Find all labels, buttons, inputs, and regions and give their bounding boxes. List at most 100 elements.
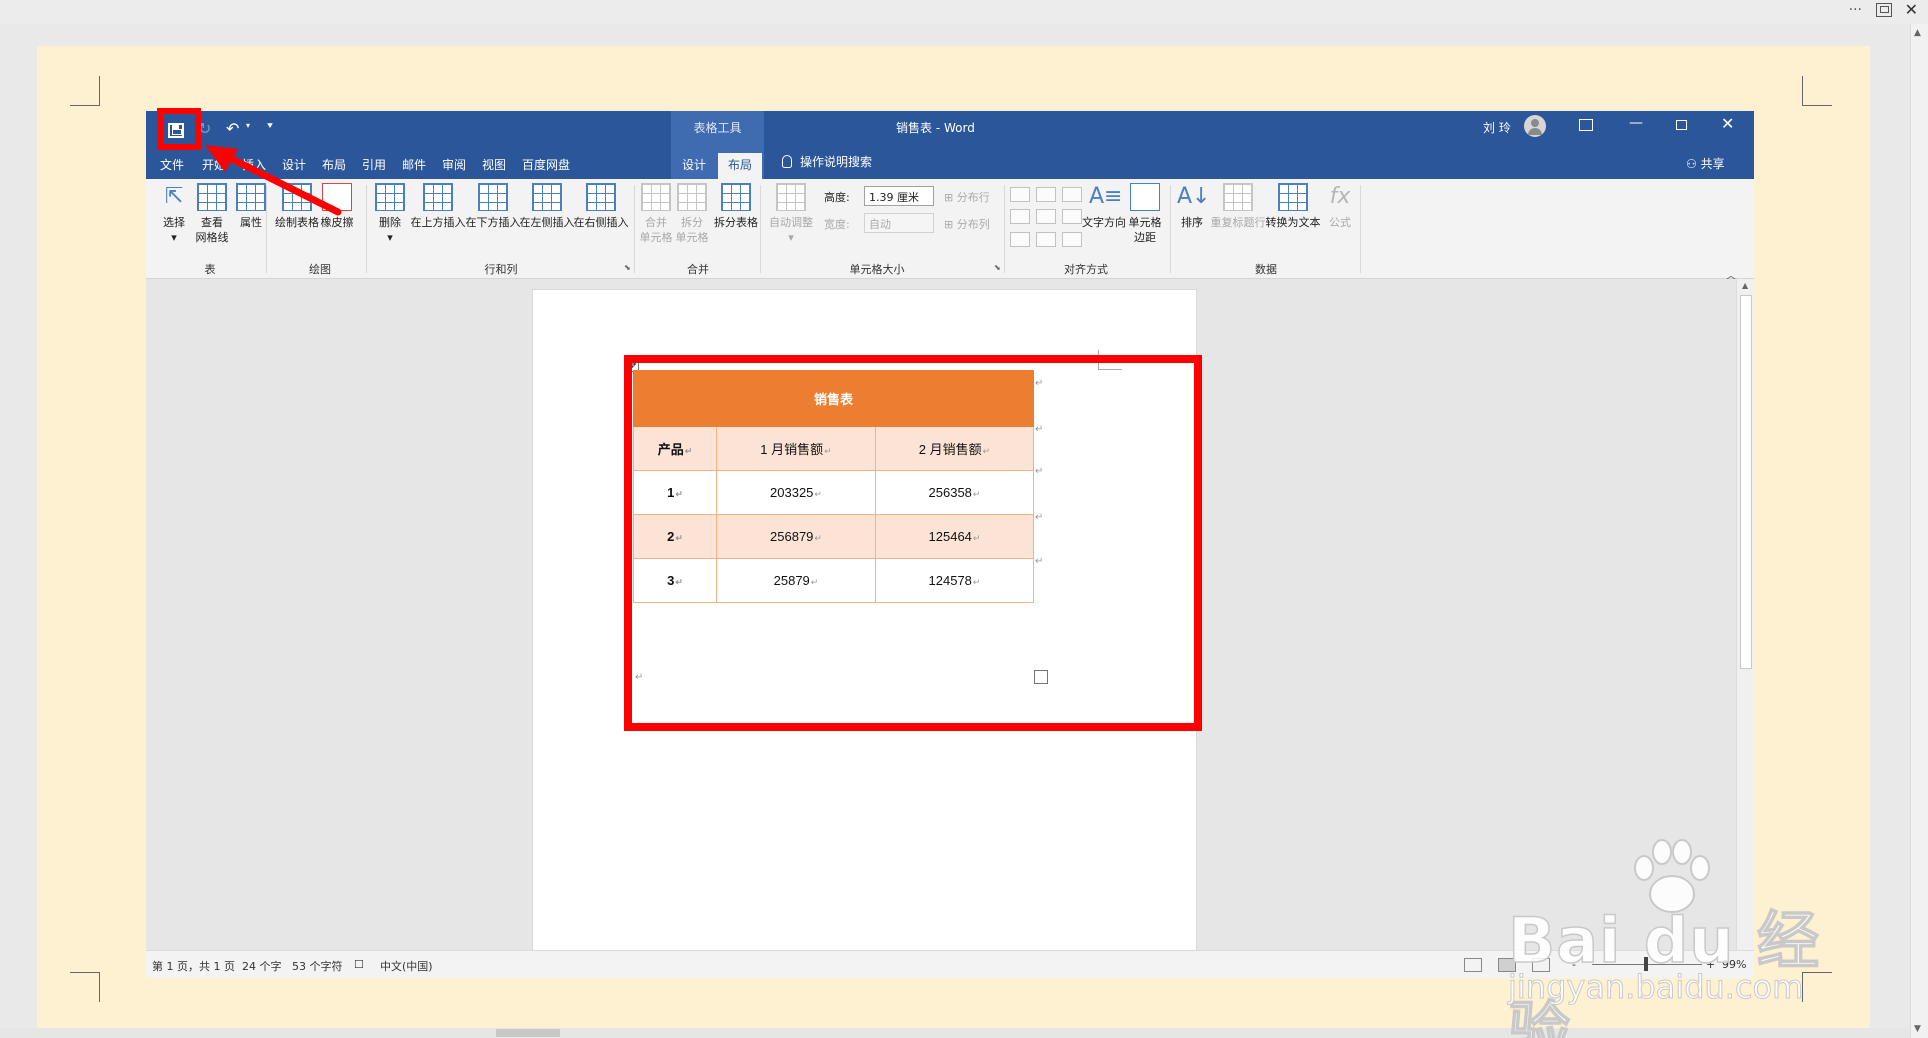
align-middle-center[interactable] — [1036, 209, 1056, 225]
tab-review[interactable]: 审阅 — [434, 153, 474, 179]
cell-margins-button[interactable]: 单元格 边距 — [1122, 183, 1168, 245]
read-mode-icon[interactable] — [1464, 958, 1482, 972]
insert-left-icon — [532, 183, 562, 211]
delete-label: 删除 — [379, 216, 401, 229]
formula-button[interactable]: fx 公式 — [1322, 183, 1358, 230]
annotation-highlight-save — [157, 108, 201, 150]
align-top-center[interactable] — [1036, 187, 1056, 202]
undo-icon[interactable]: ↶ — [226, 119, 239, 138]
insert-left-button[interactable]: 在左侧插入 — [519, 183, 575, 230]
group-label-rows-cols: 行和列 — [484, 263, 518, 276]
align-bottom-center[interactable] — [1036, 231, 1056, 247]
group-separator — [1004, 185, 1005, 273]
align-bottom-right[interactable] — [1062, 231, 1082, 247]
maximize-icon[interactable] — [1676, 120, 1687, 130]
page-count[interactable]: 第 1 页，共 1 页 — [152, 958, 235, 974]
close-icon[interactable]: ✕ — [1721, 114, 1734, 133]
group-label-alignment: 对齐方式 — [1064, 263, 1108, 276]
minimize-icon[interactable]: — — [1629, 115, 1643, 131]
tab-file[interactable]: 文件 — [150, 153, 194, 179]
align-bottom-left[interactable] — [1010, 231, 1030, 247]
scroll-up-icon[interactable]: ▲ — [1742, 281, 1748, 290]
ribbon-tabs: 文件 开始 插入 设计 布局 引用 邮件 审阅 视图 百度网盘 设计 布局 — [146, 149, 1754, 179]
word-count[interactable]: 24 个字 — [242, 958, 282, 974]
text-direction-button[interactable]: A≡ 文字方向 — [1080, 183, 1128, 230]
split-cells-button[interactable]: 拆分 单元格 — [674, 183, 710, 245]
tell-me-search[interactable]: 操作说明搜索 — [782, 153, 872, 170]
insert-above-icon — [423, 183, 453, 211]
sort-label: 排序 — [1181, 216, 1203, 229]
share-button[interactable]: ⚇ 共享 — [1686, 155, 1725, 172]
dropdown-icon: ▾ — [788, 231, 794, 244]
scroll-thumb[interactable] — [1740, 295, 1752, 669]
autofit-button[interactable]: 自动调整 ▾ — [764, 183, 818, 245]
split-table-icon — [721, 183, 751, 211]
insert-above-button[interactable]: 在上方插入 — [410, 183, 466, 230]
delete-button[interactable]: 删除 ▾ — [370, 183, 410, 245]
autofit-icon — [776, 183, 806, 211]
avatar[interactable] — [1524, 115, 1546, 137]
dialog-launcher-icon[interactable]: ⬊ — [994, 263, 1001, 272]
proofing-icon[interactable]: ☐ — [354, 958, 364, 971]
group-separator — [634, 185, 635, 273]
group-label-draw: 绘图 — [309, 263, 331, 276]
tab-view[interactable]: 视图 — [474, 153, 514, 179]
repeat-header-button[interactable]: 重复标题行 — [1210, 183, 1266, 230]
close-window-icon[interactable]: ✕ — [1905, 0, 1918, 19]
split-table-label: 拆分表格 — [714, 216, 758, 229]
split-cells-label-2: 单元格 — [675, 231, 709, 244]
user-name[interactable]: 刘 玲 — [1483, 119, 1511, 136]
tab-table-design[interactable]: 设计 — [674, 153, 714, 179]
convert-to-text-button[interactable]: 转换为文本 — [1264, 183, 1322, 230]
insert-above-label: 在上方插入 — [410, 216, 466, 229]
row-height-field[interactable]: 高度: 1.39 厘米 — [824, 186, 934, 206]
restore-window-icon[interactable] — [1876, 3, 1892, 17]
repeat-header-icon — [1223, 183, 1253, 211]
col-width-field[interactable]: 宽度: 自动 — [824, 213, 934, 233]
customize-qat-icon[interactable]: ⯆ — [266, 121, 274, 132]
lightbulb-icon — [782, 155, 792, 168]
undo-dropdown-icon[interactable]: ▾ — [246, 121, 250, 130]
align-middle-right[interactable] — [1062, 209, 1082, 225]
group-label-table: 表 — [204, 263, 216, 276]
crop-mark — [70, 76, 100, 106]
distribute-rows-icon: ⊞ — [944, 191, 957, 204]
scroll-thumb[interactable] — [496, 1029, 560, 1037]
host-titlebar: ··· ✕ — [0, 0, 1928, 24]
tab-baidu-netdisk[interactable]: 百度网盘 — [514, 153, 578, 179]
sort-button[interactable]: A↓ 排序 — [1174, 183, 1210, 230]
distribute-cols-label: 分布列 — [956, 218, 990, 231]
tab-mailings[interactable]: 邮件 — [394, 153, 434, 179]
select-label: 选择 — [163, 216, 185, 229]
distribute-rows-button[interactable]: ⊞ 分布行 — [944, 189, 990, 205]
insert-below-label: 在下方插入 — [465, 216, 521, 229]
distribute-cols-button[interactable]: ⊞ 分布列 — [944, 216, 990, 232]
crop-mark — [1802, 76, 1832, 106]
scroll-down-icon[interactable]: ▼ — [1914, 1024, 1921, 1034]
cursor-icon: ⇱ — [164, 184, 184, 209]
insert-below-button[interactable]: 在下方插入 — [465, 183, 521, 230]
dropdown-icon: ▾ — [387, 231, 393, 244]
dialog-launcher-icon[interactable]: ⬊ — [624, 263, 631, 272]
app-name: Word — [944, 121, 975, 135]
tab-table-layout[interactable]: 布局 — [718, 153, 762, 179]
more-options-icon[interactable]: ··· — [1849, 2, 1862, 18]
insert-right-button[interactable]: 在右侧插入 — [573, 183, 629, 230]
outer-vertical-scrollbar[interactable]: ▲ ▼ — [1910, 24, 1928, 1038]
split-cells-label-1: 拆分 — [681, 216, 703, 229]
language[interactable]: 中文(中国) — [380, 958, 433, 974]
context-tab-label: 表格工具 — [693, 121, 742, 135]
annotation-arrow-icon — [205, 145, 342, 216]
merge-cells-button[interactable]: 合并 单元格 — [638, 183, 674, 245]
width-input[interactable]: 自动 — [864, 213, 934, 233]
ribbon-display-options-icon[interactable] — [1579, 119, 1593, 131]
align-top-right[interactable] — [1062, 187, 1082, 202]
align-top-left[interactable] — [1010, 187, 1030, 202]
split-table-button[interactable]: 拆分表格 — [710, 183, 762, 230]
distribute-rows-label: 分布行 — [956, 191, 990, 204]
char-count[interactable]: 53 个字符 — [292, 958, 343, 974]
align-middle-left[interactable] — [1010, 209, 1030, 225]
height-input[interactable]: 1.39 厘米 — [864, 186, 934, 206]
group-separator — [760, 185, 761, 273]
scroll-up-icon[interactable]: ▲ — [1914, 28, 1921, 38]
